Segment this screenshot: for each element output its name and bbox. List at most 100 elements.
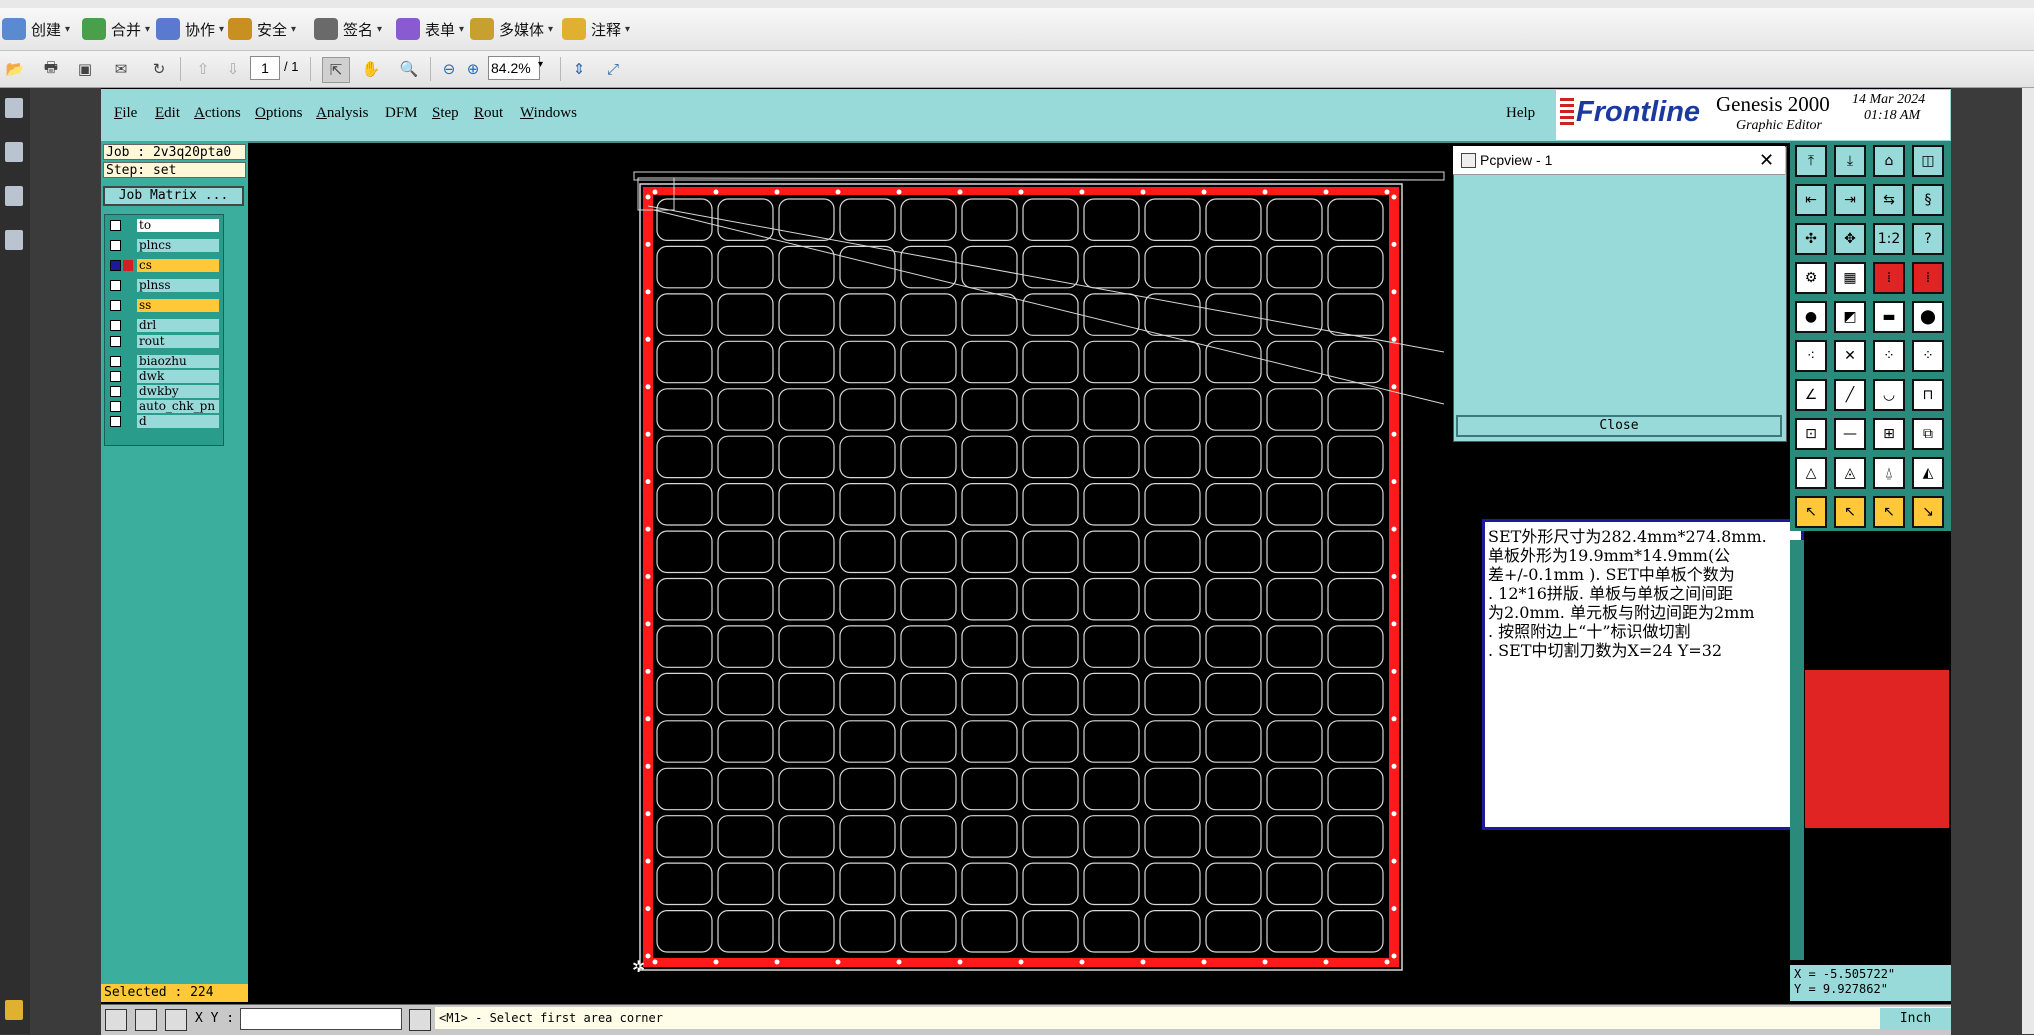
unit-board-outline[interactable] [1327, 862, 1384, 906]
unit-board-outline[interactable] [1144, 815, 1201, 858]
unit-board-outline[interactable] [656, 815, 713, 858]
palette-tool-10-icon[interactable]: ✥ [1834, 223, 1866, 255]
palette-tool-32-icon[interactable]: ⧉ [1912, 418, 1944, 450]
unit-board-outline[interactable] [778, 435, 835, 479]
unit-board-outline[interactable] [961, 293, 1018, 336]
unit-board-outline[interactable] [961, 340, 1018, 384]
palette-tool-24-icon[interactable]: ⁘ [1912, 340, 1944, 372]
palette-tool-26-icon[interactable]: ╱ [1834, 379, 1866, 411]
unit-board-outline[interactable] [656, 198, 713, 242]
unit-board-outline[interactable] [839, 909, 896, 953]
unit-board-outline[interactable] [1083, 720, 1140, 763]
palette-tool-3-icon[interactable]: ⌂ [1873, 145, 1905, 177]
unit-board-outline[interactable] [656, 340, 713, 384]
unit-board-outline[interactable] [656, 672, 713, 716]
palette-tool-13-icon[interactable]: ⚙ [1795, 262, 1827, 294]
unit-board-outline[interactable] [1327, 198, 1384, 242]
unit-board-outline[interactable] [900, 909, 957, 953]
unit-board-outline[interactable] [1022, 767, 1079, 811]
unit-board-outline[interactable] [961, 909, 1018, 953]
unit-board-outline[interactable] [1144, 625, 1201, 668]
unit-board-outline[interactable] [1327, 720, 1384, 763]
unit-board-outline[interactable] [717, 530, 774, 574]
unit-board-outline[interactable] [1327, 245, 1384, 289]
unit-board-outline[interactable] [1022, 577, 1079, 621]
unit-board-outline[interactable] [1327, 530, 1384, 574]
unit-board-outline[interactable] [1266, 530, 1323, 574]
palette-tool-40-icon[interactable]: ↘ [1912, 496, 1944, 528]
unit-board-outline[interactable] [961, 672, 1018, 716]
unit-board-outline[interactable] [1022, 909, 1079, 953]
unit-board-outline[interactable] [1144, 862, 1201, 906]
unit-board-outline[interactable] [1144, 340, 1201, 384]
palette-tool-23-icon[interactable]: ⁘ [1873, 340, 1905, 372]
unit-board-outline[interactable] [656, 862, 713, 906]
unit-board-outline[interactable] [839, 530, 896, 574]
unit-board-outline[interactable] [656, 909, 713, 953]
unit-board-outline[interactable] [717, 483, 774, 526]
palette-tool-33-icon[interactable]: △ [1795, 457, 1827, 489]
palette-tool-14-icon[interactable]: ▦ [1834, 262, 1866, 294]
unit-board-outline[interactable] [961, 862, 1018, 906]
unit-board-outline[interactable] [839, 672, 896, 716]
unit-board-outline[interactable] [1022, 815, 1079, 858]
unit-board-outline[interactable] [1266, 720, 1323, 763]
unit-board-outline[interactable] [656, 483, 713, 526]
unit-board-outline[interactable] [961, 530, 1018, 574]
unit-board-outline[interactable] [656, 767, 713, 811]
unit-board-outline[interactable] [778, 293, 835, 336]
unit-board-outline[interactable] [1144, 435, 1201, 479]
unit-selector[interactable]: Inch [1880, 1008, 1951, 1030]
unit-board-outline[interactable] [1327, 293, 1384, 336]
unit-board-outline[interactable] [1144, 245, 1201, 289]
unit-board-outline[interactable] [1144, 720, 1201, 763]
unit-board-outline[interactable] [1266, 815, 1323, 858]
unit-board-outline[interactable] [1205, 577, 1262, 621]
unit-board-outline[interactable] [1205, 767, 1262, 811]
palette-tool-25-icon[interactable]: ∠ [1795, 379, 1827, 411]
unit-board-outline[interactable] [1327, 767, 1384, 811]
palette-tool-36-icon[interactable]: ◭ [1912, 457, 1944, 489]
unit-board-outline[interactable] [1266, 340, 1323, 384]
unit-board-outline[interactable] [1083, 767, 1140, 811]
unit-board-outline[interactable] [839, 720, 896, 763]
unit-board-outline[interactable] [900, 198, 957, 242]
unit-board-outline[interactable] [1144, 388, 1201, 431]
unit-board-outline[interactable] [656, 435, 713, 479]
unit-board-outline[interactable] [717, 435, 774, 479]
unit-board-outline[interactable] [1144, 909, 1201, 953]
unit-board-outline[interactable] [717, 340, 774, 384]
unit-board-outline[interactable] [1327, 672, 1384, 716]
unit-board-outline[interactable] [900, 815, 957, 858]
unit-board-outline[interactable] [717, 388, 774, 431]
unit-board-outline[interactable] [961, 245, 1018, 289]
unit-board-outline[interactable] [961, 483, 1018, 526]
unit-board-outline[interactable] [961, 577, 1018, 621]
unit-board-outline[interactable] [1205, 435, 1262, 479]
unit-board-outline[interactable] [778, 340, 835, 384]
unit-board-outline[interactable] [839, 577, 896, 621]
unit-board-outline[interactable] [1083, 483, 1140, 526]
unit-board-outline[interactable] [1022, 340, 1079, 384]
unit-board-outline[interactable] [1327, 625, 1384, 668]
unit-board-outline[interactable] [900, 530, 957, 574]
unit-board-outline[interactable] [656, 293, 713, 336]
unit-board-outline[interactable] [900, 435, 957, 479]
unit-board-outline[interactable] [1205, 530, 1262, 574]
unit-board-outline[interactable] [1022, 388, 1079, 431]
close-icon[interactable]: ✕ [1759, 146, 1774, 174]
unit-board-outline[interactable] [1083, 672, 1140, 716]
unit-board-outline[interactable] [717, 577, 774, 621]
unit-board-outline[interactable] [1083, 815, 1140, 858]
palette-tool-34-icon[interactable]: ◬ [1834, 457, 1866, 489]
unit-board-outline[interactable] [1205, 245, 1262, 289]
unit-board-outline[interactable] [1144, 530, 1201, 574]
unit-board-outline[interactable] [1266, 672, 1323, 716]
unit-board-outline[interactable] [961, 388, 1018, 431]
unit-board-outline[interactable] [656, 625, 713, 668]
unit-board-outline[interactable] [961, 625, 1018, 668]
unit-board-outline[interactable] [778, 862, 835, 906]
unit-board-outline[interactable] [717, 672, 774, 716]
palette-tool-5-icon[interactable]: ⇤ [1795, 184, 1827, 216]
unit-board-outline[interactable] [1022, 625, 1079, 668]
